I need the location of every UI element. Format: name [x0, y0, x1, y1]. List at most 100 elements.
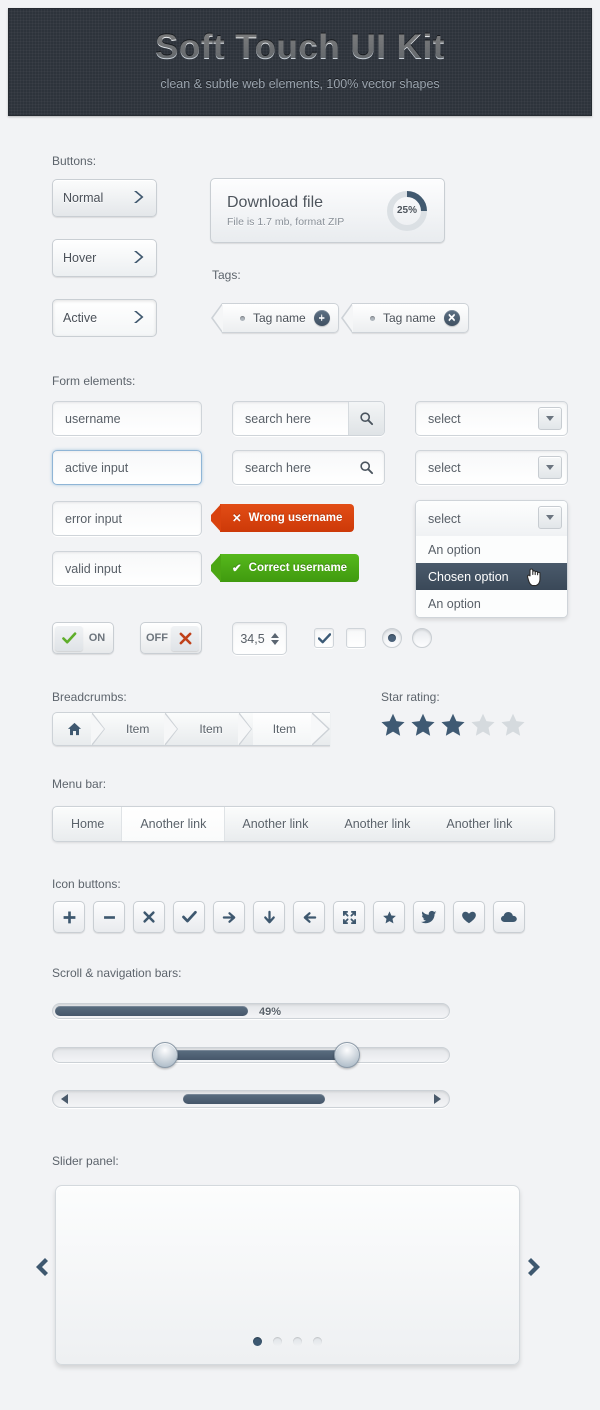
arrow-down-icon-button[interactable] [253, 901, 285, 933]
search-input-flat[interactable]: search here [232, 450, 385, 485]
chevron-down-icon[interactable] [538, 407, 562, 430]
menu-item-3[interactable]: Another link [326, 807, 428, 841]
number-spinner[interactable]: 34,5 [232, 622, 287, 655]
radio-selected[interactable] [382, 628, 402, 648]
tag-add-icon[interactable]: + [313, 310, 330, 326]
input-error-value: error input [65, 511, 122, 526]
chevron-down-icon[interactable] [538, 456, 562, 479]
tag-dot-icon [240, 315, 245, 321]
tag-remove-icon[interactable]: ✕ [443, 310, 460, 326]
button-active[interactable]: Active [52, 299, 157, 337]
select-value: select [428, 460, 461, 475]
menu-item-1[interactable]: Another link [122, 807, 225, 841]
dropdown-option-label: An option [428, 542, 481, 557]
chevron-down-icon[interactable] [538, 506, 562, 529]
radio-unselected[interactable] [412, 628, 432, 648]
slider-dot-2[interactable] [293, 1337, 302, 1346]
button-hover-label: Hover [63, 251, 97, 265]
home-icon [67, 722, 82, 736]
page-subtitle: clean & subtle web elements, 100% vector… [160, 77, 440, 91]
icon-buttons-section-label: Icon buttons: [52, 877, 121, 891]
menu-item-4[interactable]: Another link [428, 807, 530, 841]
cloud-icon-button[interactable] [493, 901, 525, 933]
horizontal-scrollbar[interactable] [52, 1090, 450, 1108]
star-icon-button[interactable] [373, 901, 405, 933]
check-icon-button[interactable] [173, 901, 205, 933]
checkbox-checked[interactable] [314, 628, 334, 648]
breadcrumb: Item Item Item [52, 712, 331, 746]
breadcrumb-home[interactable] [53, 713, 92, 745]
input-valid[interactable]: valid input [52, 551, 202, 586]
range-slider[interactable] [52, 1042, 450, 1068]
dropdown-option-2[interactable]: An option [416, 590, 567, 617]
twitter-icon-button[interactable] [413, 901, 445, 933]
input-active[interactable]: active input [52, 450, 202, 485]
menu-item-2[interactable]: Another link [224, 807, 326, 841]
star-empty-icon[interactable] [500, 712, 526, 743]
star-empty-icon[interactable] [470, 712, 496, 743]
star-rating[interactable] [380, 712, 526, 743]
dropdown-option-0[interactable]: An option [416, 536, 567, 563]
range-slider-handle-high[interactable] [333, 1042, 360, 1068]
breadcrumb-item-1[interactable]: Item [106, 713, 165, 745]
breadcrumb-item-label: Item [199, 722, 223, 736]
button-normal[interactable]: Normal [52, 179, 157, 217]
tag-remove[interactable]: Tag name ✕ [341, 303, 469, 333]
download-percent-label: 25% [396, 205, 417, 216]
spinner-arrows-icon[interactable] [270, 632, 279, 645]
search-icon[interactable] [348, 402, 384, 435]
button-hover[interactable]: Hover [52, 239, 157, 277]
minus-icon-button[interactable] [93, 901, 125, 933]
valid-check-icon: ✔ [232, 563, 242, 575]
valid-message: ✔ Correct username [211, 554, 360, 582]
toggle-off-x-icon [171, 625, 199, 651]
slider-dot-1[interactable] [273, 1337, 282, 1346]
close-icon-button[interactable] [133, 901, 165, 933]
select-first[interactable]: select [415, 401, 568, 436]
scroll-left-arrow-icon[interactable] [61, 1094, 68, 1104]
menu-item-0[interactable]: Home [53, 807, 122, 841]
search-input-raised[interactable]: search here [232, 401, 385, 436]
expand-icon-button[interactable] [333, 901, 365, 933]
slider-dot-0[interactable] [253, 1337, 262, 1346]
input-error[interactable]: error input [52, 501, 202, 536]
download-panel[interactable]: Download file File is 1.7 mb, format ZIP… [210, 178, 445, 243]
checkbox-unchecked[interactable] [346, 628, 366, 648]
dropdown-option-1-selected[interactable]: Chosen option [416, 563, 567, 590]
plus-icon-button[interactable] [53, 901, 85, 933]
heart-icon-button[interactable] [453, 901, 485, 933]
scroll-nav-section-label: Scroll & navigation bars: [52, 966, 182, 980]
scrollbar-thumb[interactable] [183, 1094, 325, 1104]
progress-bar[interactable] [52, 1003, 450, 1019]
select-open-value-row[interactable]: select [416, 501, 567, 536]
select-second[interactable]: select [415, 450, 568, 485]
download-progress-ring: 25% [386, 190, 428, 232]
arrow-right-icon-button[interactable] [213, 901, 245, 933]
scroll-right-arrow-icon[interactable] [434, 1094, 441, 1104]
toggle-on[interactable]: ON [52, 622, 114, 654]
slider-dot-3[interactable] [313, 1337, 322, 1346]
download-subtitle: File is 1.7 mb, format ZIP [227, 215, 345, 228]
slider-prev-button[interactable] [30, 1255, 52, 1284]
toggle-off-label: OFF [146, 632, 168, 644]
range-slider-handle-low[interactable] [152, 1042, 179, 1068]
star-filled-icon[interactable] [380, 712, 406, 743]
toggle-off[interactable]: OFF [140, 622, 202, 654]
tag-add[interactable]: Tag name + [211, 303, 339, 333]
dropdown-option-label: An option [428, 596, 481, 611]
breadcrumb-item-3[interactable]: Item [252, 713, 313, 745]
input-username[interactable]: username [52, 401, 202, 436]
star-filled-icon[interactable] [410, 712, 436, 743]
slider-next-button[interactable] [524, 1255, 546, 1284]
breadcrumb-separator-icon [164, 712, 179, 746]
progress-bar-fill [55, 1006, 249, 1016]
arrow-left-icon-button[interactable] [293, 901, 325, 933]
mouse-cursor-icon [525, 566, 545, 591]
page-header: Soft Touch UI Kit clean & subtle web ele… [8, 8, 592, 116]
input-username-value: username [65, 411, 121, 426]
breadcrumb-item-2[interactable]: Item [179, 713, 238, 745]
star-filled-icon[interactable] [440, 712, 466, 743]
select-open[interactable]: select An option Chosen option An option [415, 500, 568, 618]
range-slider-fill [165, 1050, 347, 1060]
search-icon[interactable] [348, 451, 384, 484]
